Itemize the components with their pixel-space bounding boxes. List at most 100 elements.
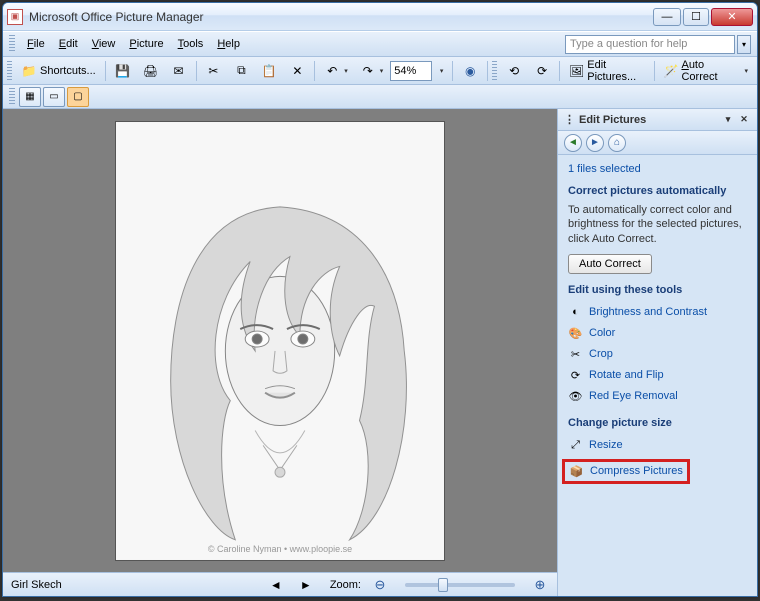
tool-label: Crop: [589, 348, 613, 360]
tool-compress[interactable]: 📦 Compress Pictures: [568, 456, 747, 487]
menu-file[interactable]: File: [21, 35, 51, 53]
tool-label: Compress Pictures: [590, 465, 683, 477]
panel-close-button[interactable]: ✕: [737, 113, 751, 127]
tool-rotate[interactable]: ⟳ Rotate and Flip: [568, 365, 747, 386]
status-bar: Girl Skech ◄ ► Zoom: ⊖ ⊕: [3, 572, 557, 596]
menu-view[interactable]: View: [86, 35, 122, 53]
correct-heading: Correct pictures automatically: [568, 185, 747, 197]
files-selected-label: 1 files selected: [568, 163, 747, 175]
tool-color[interactable]: 🎨 Color: [568, 323, 747, 344]
redeye-icon: 👁: [568, 389, 583, 404]
rotate-right-button[interactable]: ⟳: [529, 60, 555, 82]
redo-button[interactable]: ↷▾: [355, 60, 389, 82]
tool-brightness[interactable]: ◐ Brightness and Contrast: [568, 302, 747, 323]
menu-tools[interactable]: Tools: [172, 35, 210, 53]
help-dropdown-button[interactable]: ▾: [737, 35, 751, 54]
menu-bar: File Edit View Picture Tools Help Type a…: [3, 31, 757, 57]
filmstrip-view-tab[interactable]: ▭: [43, 87, 65, 107]
auto-correct-panel-button[interactable]: Auto Correct: [568, 254, 652, 274]
auto-correct-label: Auto Correct: [681, 59, 731, 83]
slider-thumb[interactable]: [438, 578, 448, 592]
mail-button[interactable]: ✉: [166, 60, 192, 82]
redo-icon: ↷: [360, 63, 376, 79]
prev-image-button[interactable]: ◄: [266, 576, 286, 594]
delete-button[interactable]: ✕: [284, 60, 310, 82]
zoom-dropdown[interactable]: ▾: [434, 60, 449, 82]
next-image-button[interactable]: ►: [296, 576, 316, 594]
help-search-input[interactable]: Type a question for help: [565, 35, 735, 54]
tool-label: Resize: [589, 439, 623, 451]
tool-redeye[interactable]: 👁Red Eye Removal: [568, 386, 747, 407]
auto-correct-icon: 🪄: [664, 63, 679, 79]
edit-pictures-button[interactable]: 🖼 Edit Pictures...: [564, 60, 650, 82]
grip-icon: [7, 61, 12, 81]
tool-resize[interactable]: ⤢ Resize: [568, 435, 747, 456]
copy-button[interactable]: ⧉: [228, 60, 254, 82]
menu-edit[interactable]: Edit: [53, 35, 84, 53]
undo-button[interactable]: ↶▾: [319, 60, 353, 82]
crop-icon: ✂: [568, 347, 583, 362]
tool-label: Color: [589, 327, 615, 339]
zoom-slider[interactable]: [405, 583, 515, 587]
panel-body: 1 files selected Correct pictures automa…: [558, 155, 757, 596]
compress-highlight: 📦 Compress Pictures: [562, 459, 690, 484]
panel-title: Edit Pictures: [579, 114, 719, 126]
panel-forward-button[interactable]: ►: [586, 134, 604, 152]
toolbar-overflow[interactable]: ▾: [738, 60, 753, 82]
grip-icon: [9, 88, 15, 106]
sketch-image: [116, 122, 444, 560]
canvas-area: © Caroline Nyman • www.ploopie.se Girl S…: [3, 109, 557, 596]
compress-icon: 📦: [569, 464, 584, 479]
shortcuts-button[interactable]: 📁 Shortcuts...: [16, 60, 101, 82]
correct-description: To automatically correct color and brigh…: [568, 203, 747, 246]
zoom-in-button[interactable]: ⊕: [531, 576, 549, 594]
panel-back-button[interactable]: ◄: [564, 134, 582, 152]
menu-help[interactable]: Help: [211, 35, 246, 53]
save-button[interactable]: 💾: [110, 60, 136, 82]
panel-nav: ◄ ► ⌂: [558, 131, 757, 155]
zoom-out-button[interactable]: ⊖: [371, 576, 389, 594]
resize-icon: ⤢: [568, 438, 583, 453]
mail-icon: ✉: [171, 63, 187, 79]
cut-icon: ✂: [205, 63, 221, 79]
minimize-button[interactable]: —: [653, 8, 681, 26]
content-area: © Caroline Nyman • www.ploopie.se Girl S…: [3, 109, 757, 596]
filename-label: Girl Skech: [11, 579, 62, 591]
image-canvas[interactable]: © Caroline Nyman • www.ploopie.se: [3, 109, 557, 572]
app-window: ▣ Microsoft Office Picture Manager — ☐ ✕…: [2, 2, 758, 597]
cut-button[interactable]: ✂: [200, 60, 226, 82]
menu-picture[interactable]: Picture: [123, 35, 169, 53]
print-button[interactable]: 🖨: [138, 60, 164, 82]
tool-crop[interactable]: ✂ Crop: [568, 344, 747, 365]
help-button[interactable]: ◉: [457, 60, 483, 82]
rotate-left-button[interactable]: ⟲: [501, 60, 527, 82]
close-button[interactable]: ✕: [711, 8, 753, 26]
tool-label: Brightness and Contrast: [589, 306, 707, 318]
window-title: Microsoft Office Picture Manager: [29, 10, 653, 24]
color-icon: 🎨: [568, 326, 583, 341]
zoom-input[interactable]: 54%: [390, 61, 432, 81]
grip-icon: [9, 35, 15, 53]
tool-label: Rotate and Flip: [589, 369, 664, 381]
grip-icon: [492, 61, 497, 81]
thumbnail-view-tab[interactable]: ▦: [19, 87, 41, 107]
maximize-button[interactable]: ☐: [683, 8, 709, 26]
rotate-icon: ⟳: [568, 368, 583, 383]
print-icon: 🖨: [143, 63, 159, 79]
edit-pictures-label: Edit Pictures...: [587, 59, 644, 83]
panel-home-button[interactable]: ⌂: [608, 134, 626, 152]
panel-dropdown-button[interactable]: ▾: [721, 113, 735, 127]
brightness-icon: ◐: [568, 305, 583, 320]
edit-pictures-panel: ⋮ Edit Pictures ▾ ✕ ◄ ► ⌂ 1 files select…: [557, 109, 757, 596]
panel-title-bar: ⋮ Edit Pictures ▾ ✕: [558, 109, 757, 131]
save-icon: 💾: [115, 63, 131, 79]
undo-icon: ↶: [324, 63, 340, 79]
auto-correct-button[interactable]: 🪄 Auto Correct: [659, 60, 737, 82]
image-preview: © Caroline Nyman • www.ploopie.se: [115, 121, 445, 561]
paste-button[interactable]: 📋: [256, 60, 282, 82]
rotate-left-icon: ⟲: [506, 63, 522, 79]
single-view-tab[interactable]: ▢: [67, 87, 89, 107]
paste-icon: 📋: [261, 63, 277, 79]
tools-heading: Edit using these tools: [568, 284, 747, 296]
delete-icon: ✕: [289, 63, 305, 79]
